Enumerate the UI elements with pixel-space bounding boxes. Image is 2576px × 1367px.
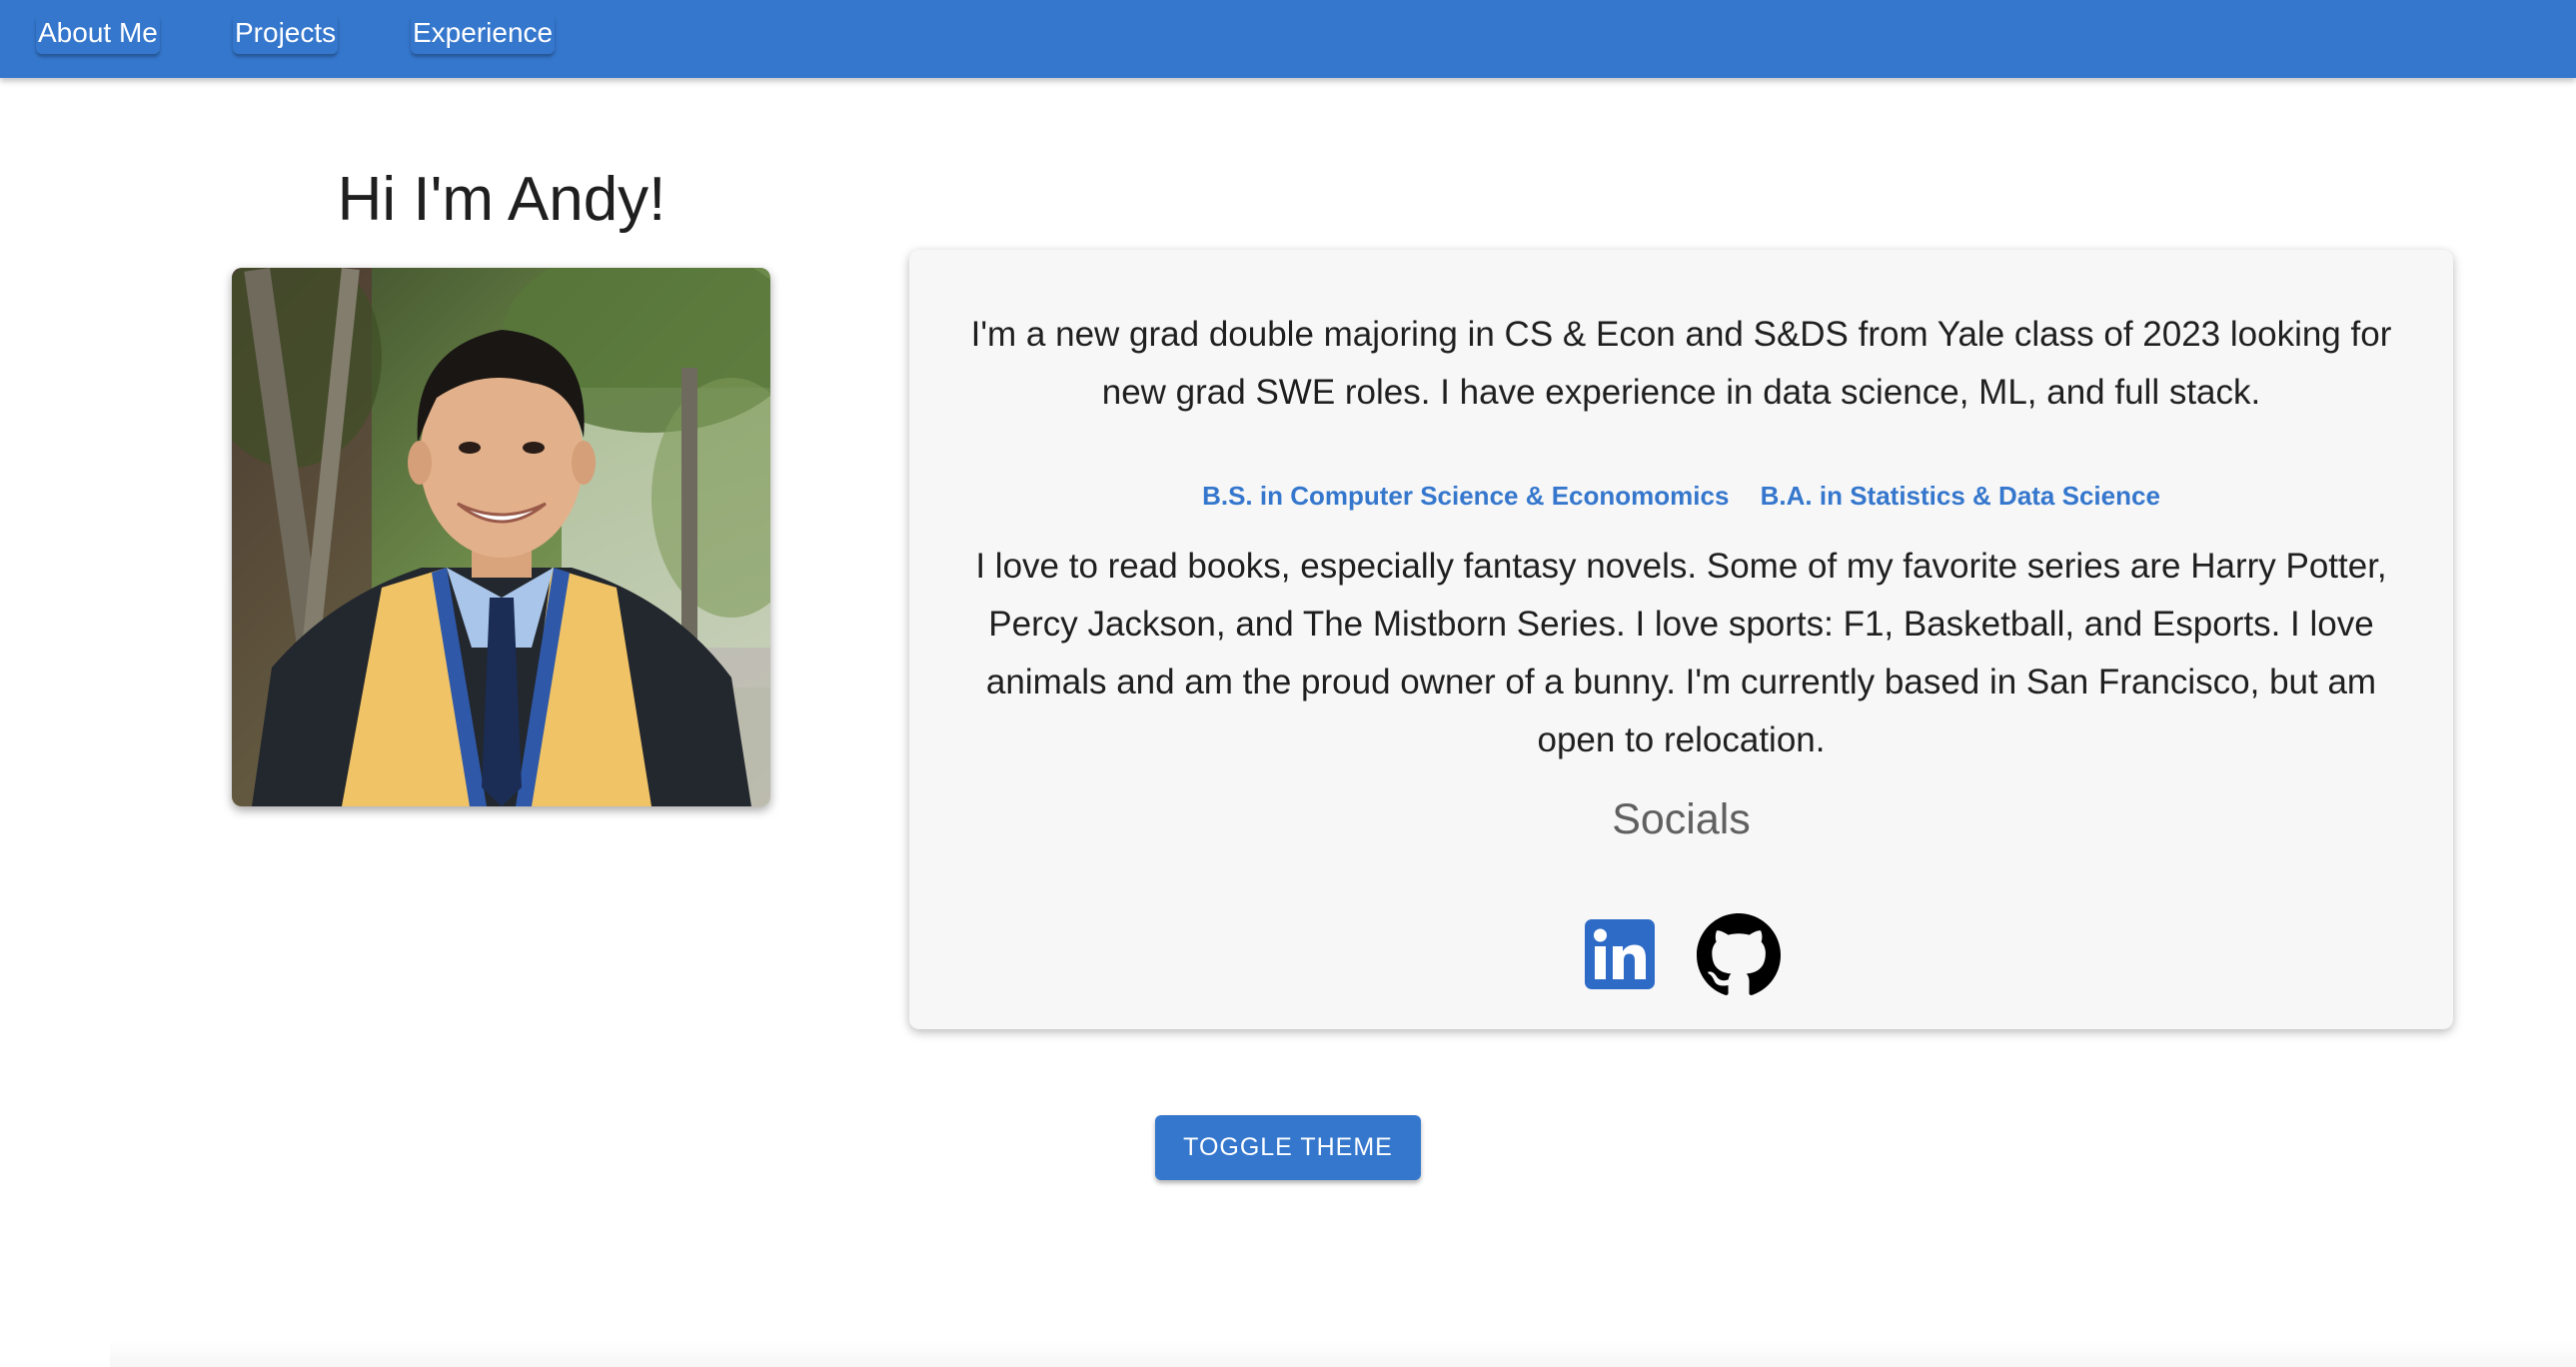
degree-stats-ds: B.A. in Statistics & Data Science [1760,481,2160,511]
bio-text: I love to read books, especially fantasy… [975,547,2387,759]
github-icon [1697,913,1781,995]
top-navbar: About Me Projects Experience [0,0,2576,78]
about-card: I'm a new grad double majoring in CS & E… [909,250,2453,1029]
nav-experience-button[interactable]: Experience [411,14,555,54]
socials-heading: Socials [1612,795,1751,843]
linkedin-link[interactable] [1585,919,1655,989]
github-link[interactable] [1697,913,1781,997]
footer-shadow [110,1339,2576,1367]
degree-cs-econ: B.S. in Computer Science & Economomics [1202,481,1730,511]
profile-photo [232,268,770,806]
intro-text: I'm a new grad double majoring in CS & E… [970,315,2392,412]
degree-list: B.S. in Computer Science & Economomics B… [909,476,2453,516]
linkedin-icon [1585,919,1655,989]
greeting-heading: Hi I'm Andy! [337,165,666,234]
nav-about-me-button[interactable]: About Me [36,14,160,54]
nav-projects-button[interactable]: Projects [233,14,338,54]
toggle-theme-button[interactable]: TOGGLE THEME [1155,1115,1421,1180]
